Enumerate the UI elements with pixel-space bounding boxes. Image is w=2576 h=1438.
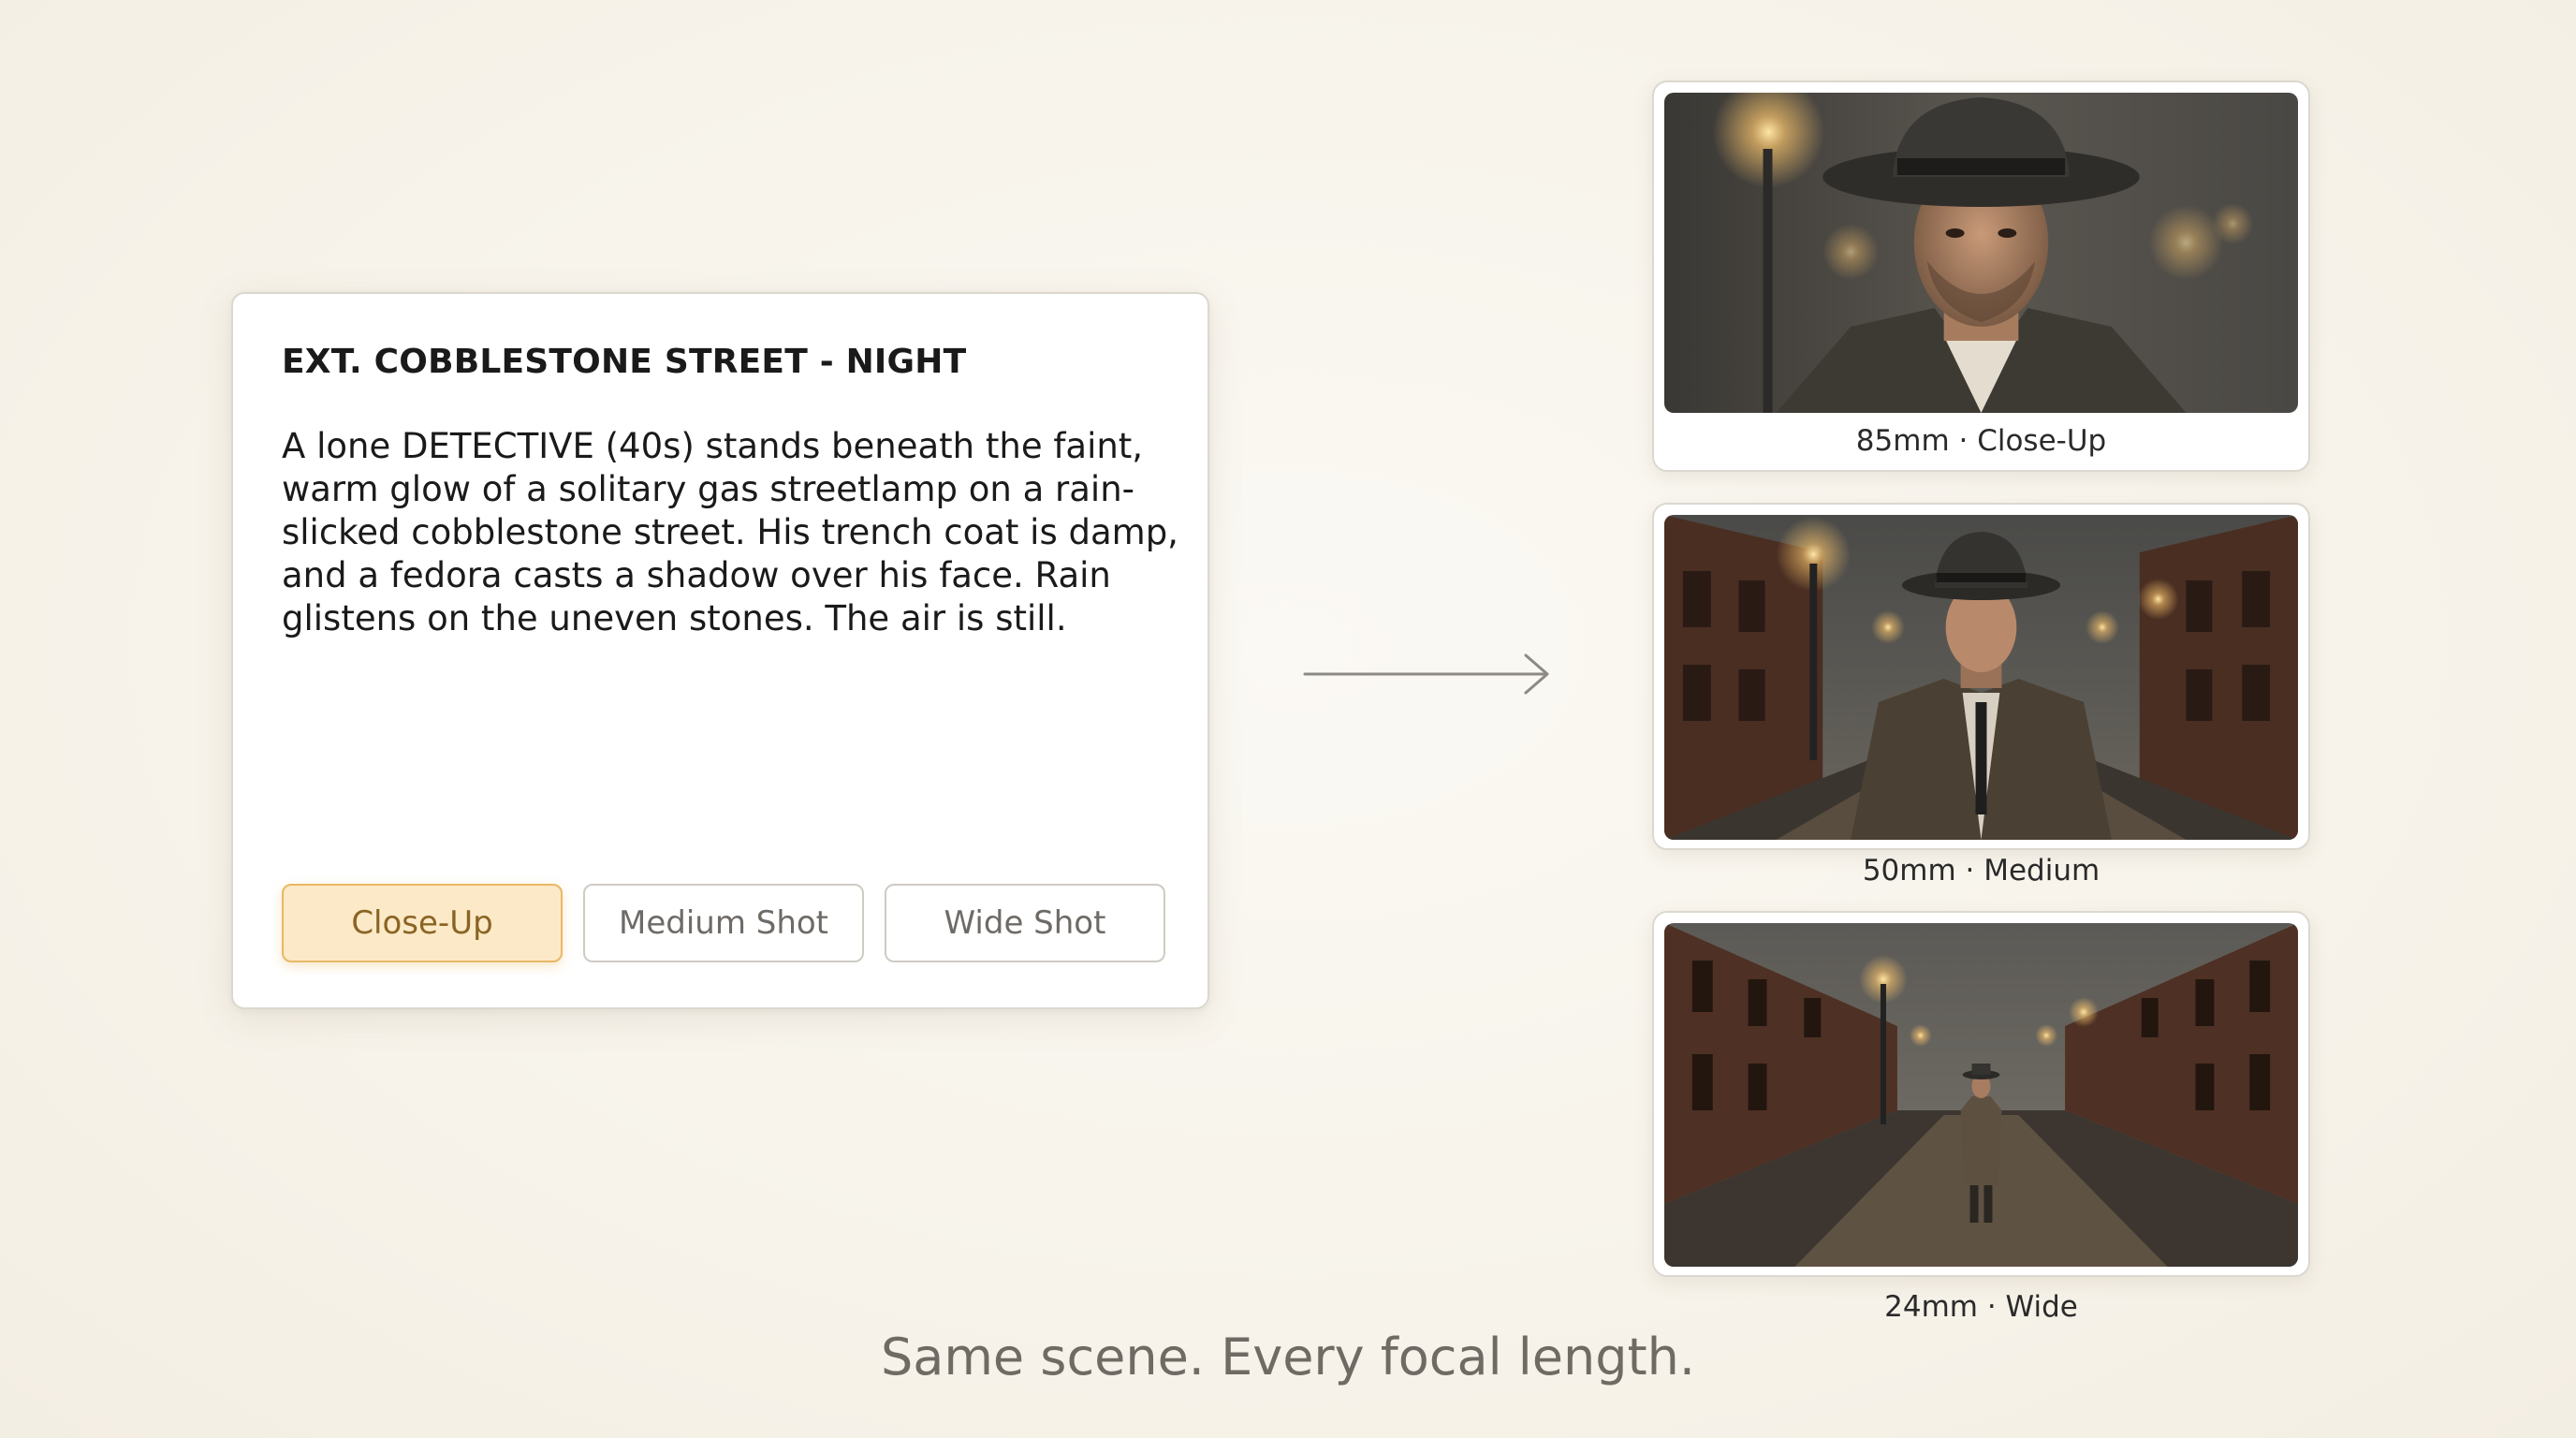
wide-shot-button[interactable]: Wide Shot xyxy=(885,884,1165,962)
medium-shot-button[interactable]: Medium Shot xyxy=(583,884,864,962)
scene-heading: EXT. COBBLESTONE STREET - NIGHT xyxy=(282,343,967,381)
close-up-image xyxy=(1664,93,2298,413)
medium-shot-image xyxy=(1664,515,2298,840)
frame-close-up[interactable] xyxy=(1652,81,2310,472)
frame-medium[interactable] xyxy=(1652,503,2310,850)
scene-description: A lone DETECTIVE (40s) stands beneath th… xyxy=(282,426,1178,638)
close-up-button[interactable]: Close-Up xyxy=(282,884,563,962)
shot-type-selector: Close-Up Medium Shot Wide Shot xyxy=(282,884,1165,962)
arrow-right-icon xyxy=(1303,653,1549,695)
frame-caption-wide: 24mm · Wide xyxy=(1884,1290,2078,1324)
frame-caption-medium: 50mm · Medium xyxy=(1862,854,2100,888)
frame-caption-close-up: 85mm · Close-Up xyxy=(1855,424,2107,458)
wide-shot-image xyxy=(1664,923,2298,1267)
tagline: Same scene. Every focal length. xyxy=(880,1328,1696,1387)
frame-wide[interactable] xyxy=(1652,911,2310,1277)
script-card: EXT. COBBLESTONE STREET - NIGHT A lone D… xyxy=(231,292,1209,1009)
